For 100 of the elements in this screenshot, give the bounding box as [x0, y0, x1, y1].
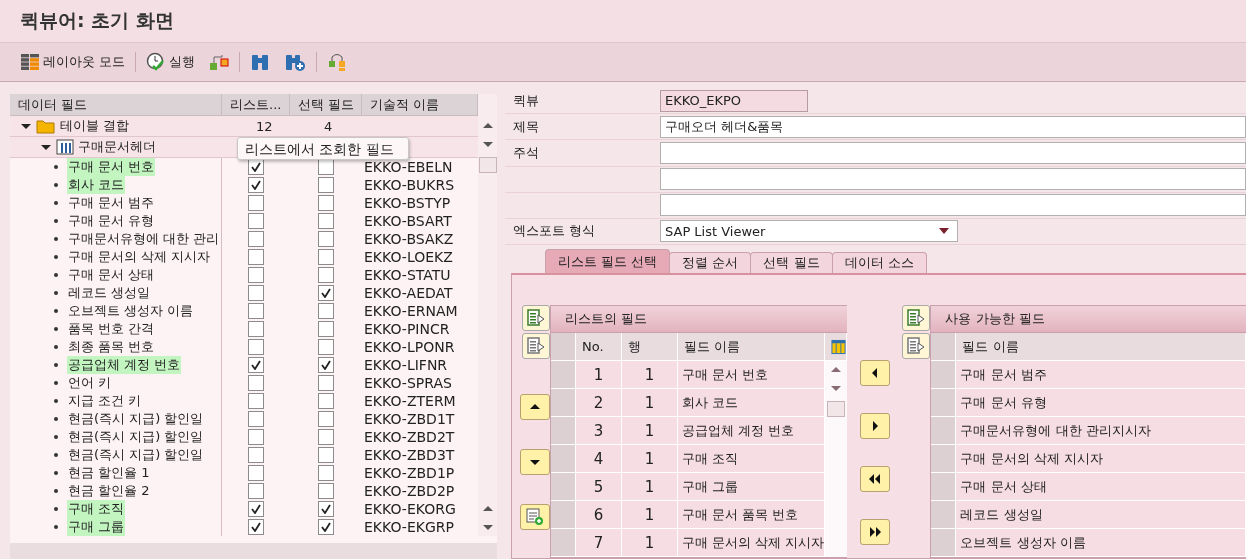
checkbox[interactable] [248, 429, 264, 445]
select-all-button[interactable] [522, 305, 550, 332]
field-label[interactable]: 구매 조직 [67, 500, 126, 518]
column-layout-icon[interactable] [831, 338, 847, 355]
checkbox[interactable] [318, 213, 334, 229]
scroll-thumb[interactable] [478, 157, 497, 173]
checkbox[interactable] [318, 303, 334, 319]
checkbox[interactable] [318, 375, 334, 391]
tab[interactable]: 정렬 순서 [669, 252, 752, 274]
tree-node-label[interactable]: 테이블 결합 [60, 117, 130, 135]
column-header[interactable]: 필드 이름 [956, 333, 1246, 361]
field-label[interactable]: 구매문서유형에 대한 관리 [67, 230, 221, 248]
input-field[interactable] [660, 194, 1246, 217]
checkbox[interactable] [318, 231, 334, 247]
checkbox[interactable] [248, 393, 264, 409]
checkbox[interactable] [248, 447, 264, 463]
column-header[interactable]: 기술적 이름 [362, 94, 478, 116]
tab[interactable]: 리스트 필드 선택 [545, 249, 671, 274]
checkbox[interactable] [248, 357, 264, 373]
field-label[interactable]: 현금(즉시 지급) 할인일 [67, 428, 205, 446]
checkbox[interactable] [248, 519, 264, 535]
checkbox[interactable] [248, 285, 264, 301]
checkbox[interactable] [318, 195, 334, 211]
checkbox[interactable] [248, 195, 264, 211]
field-label[interactable]: 현금 할인율 2 [67, 482, 151, 500]
tree-node-label[interactable]: 구매문서헤더 [78, 138, 156, 156]
checkbox[interactable] [248, 375, 264, 391]
checkbox[interactable] [248, 249, 264, 265]
checkbox[interactable] [318, 285, 334, 301]
checkbox[interactable] [318, 447, 334, 463]
tab[interactable]: 데이터 소스 [831, 252, 927, 274]
export-format-dropdown[interactable]: SAP List Viewer [660, 220, 958, 243]
checkbox[interactable] [248, 411, 264, 427]
move-button[interactable] [859, 360, 890, 387]
deselect-all-button[interactable] [902, 333, 931, 360]
field-label[interactable]: 언어 키 [67, 374, 113, 392]
checkbox[interactable] [248, 501, 264, 517]
checkbox[interactable] [248, 303, 264, 319]
tab[interactable]: 선택 필드 [750, 252, 833, 274]
field-label[interactable]: 구매 문서의 삭제 지시자 [67, 248, 212, 266]
vertical-scrollbar[interactable] [825, 361, 848, 558]
checkbox[interactable] [248, 483, 264, 499]
scroll-thumb[interactable] [827, 401, 846, 418]
field-label[interactable]: 회사 코드 [67, 176, 126, 194]
checkbox[interactable] [318, 483, 334, 499]
checkbox[interactable] [318, 501, 334, 517]
checkbox[interactable] [318, 357, 334, 373]
checkbox[interactable] [318, 321, 334, 337]
checkbox[interactable] [248, 321, 264, 337]
column-header[interactable]: 필드 이름 [678, 333, 826, 361]
field-label[interactable]: 품목 번호 간격 [67, 320, 156, 338]
checkbox[interactable] [248, 339, 264, 355]
input-field[interactable]: 구매오더 헤더&품목 [660, 115, 1246, 138]
checkbox[interactable] [318, 429, 334, 445]
select-all-cell[interactable] [931, 333, 957, 361]
tree-row[interactable]: 테이블 결합 12 4 [10, 116, 478, 137]
move-button[interactable] [520, 449, 550, 476]
select-all-cell[interactable] [551, 333, 576, 361]
checkbox[interactable] [248, 231, 264, 247]
field-label[interactable]: 공급업체 계정 번호 [67, 356, 182, 374]
move-button[interactable] [520, 394, 550, 421]
checkbox[interactable] [318, 519, 334, 535]
column-header[interactable]: 데이터 필드 [10, 94, 222, 116]
field-label[interactable]: 레코드 생성일 [67, 284, 152, 302]
column-header[interactable]: 행 [622, 333, 678, 361]
toolbar-button[interactable]: 실행 [142, 50, 200, 74]
field-label[interactable]: 구매 문서 범주 [67, 194, 156, 212]
move-button[interactable] [859, 519, 890, 546]
vertical-scrollbar[interactable] [478, 94, 497, 536]
toolbar-button[interactable]: 레이아웃 모드 [16, 51, 130, 73]
checkbox[interactable] [318, 177, 334, 193]
field-label[interactable]: 구매 문서 유형 [67, 212, 156, 230]
move-button[interactable] [859, 466, 890, 493]
column-header[interactable]: 리스트... [222, 94, 290, 116]
checkbox[interactable] [318, 267, 334, 283]
checkbox[interactable] [318, 339, 334, 355]
input-field[interactable] [660, 141, 1246, 164]
checkbox[interactable] [248, 177, 264, 193]
field-label[interactable]: 오브젝트 생성자 이름 [67, 302, 195, 320]
move-button[interactable] [859, 413, 890, 440]
field-label[interactable]: 현금(즉시 지급) 할인일 [67, 446, 205, 464]
checkbox[interactable] [248, 213, 264, 229]
field-label[interactable]: 지급 조건 키 [67, 392, 143, 410]
checkbox[interactable] [248, 465, 264, 481]
field-label[interactable]: 구매 문서 번호 [67, 158, 156, 176]
checkbox[interactable] [318, 411, 334, 427]
input-field[interactable] [660, 168, 1246, 191]
add-row-button[interactable] [520, 504, 550, 531]
deselect-all-button[interactable] [522, 333, 550, 360]
column-header[interactable]: 선택 필드 [290, 94, 362, 116]
field-label[interactable]: 최종 품목 번호 [67, 338, 156, 356]
checkbox[interactable] [318, 249, 334, 265]
field-label[interactable]: 구매 문서 상태 [67, 266, 156, 284]
column-header[interactable] [825, 333, 848, 361]
column-header[interactable]: No. [576, 333, 622, 361]
field-label[interactable]: 현금 할인율 1 [67, 464, 151, 482]
checkbox[interactable] [318, 393, 334, 409]
field-label[interactable]: 구매 그룹 [67, 518, 126, 536]
checkbox[interactable] [248, 267, 264, 283]
select-all-button[interactable] [902, 305, 931, 332]
